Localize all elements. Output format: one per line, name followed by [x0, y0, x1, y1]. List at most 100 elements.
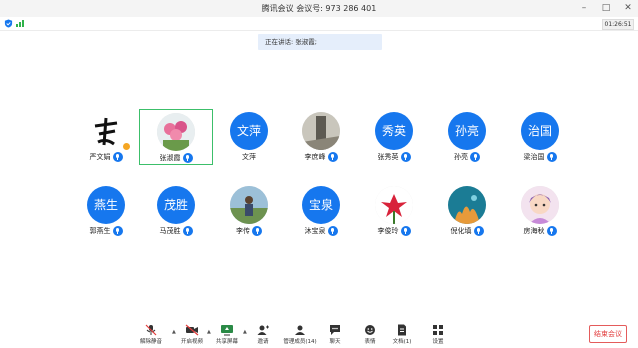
- info-bar: 01:26:51: [0, 17, 638, 31]
- shield-icon[interactable]: [4, 19, 13, 28]
- participant-tile[interactable]: 燕生 郭燕生: [69, 183, 143, 239]
- meeting-toolbar: 解除静音 ▲ 开启视频 ▲ 共享屏幕 ▲ 邀请 管理成员(14) 聊天 表情 文…: [0, 320, 638, 348]
- participant-tile[interactable]: 严文娟: [69, 109, 143, 165]
- participant-name-row: 郭燕生: [69, 226, 143, 236]
- participant-name: 郭燕生: [89, 227, 111, 235]
- meeting-timer: 01:26:51: [602, 19, 634, 30]
- emoji-button[interactable]: 表情: [353, 320, 387, 348]
- start-video-label: 开启视频: [180, 339, 203, 345]
- participant-name-row: 沐宝泉: [284, 226, 358, 236]
- participant-name-row: 李传: [212, 226, 286, 236]
- share-screen-button[interactable]: 共享屏幕: [210, 320, 244, 348]
- mic-icon: [473, 226, 484, 236]
- close-icon[interactable]: ✕: [622, 2, 634, 14]
- participant-name-row: 孙亮: [430, 152, 504, 162]
- participant-name: 李俊玲: [377, 227, 399, 235]
- maximize-icon[interactable]: □: [600, 2, 612, 14]
- manage-members-button[interactable]: 管理成员(14): [283, 320, 317, 348]
- participant-tile[interactable]: 张淑霞: [139, 109, 213, 165]
- settings-button[interactable]: 设置: [421, 320, 455, 348]
- chat-button[interactable]: 聊天: [318, 320, 352, 348]
- minimize-icon[interactable]: –: [578, 2, 590, 14]
- settings-label: 设置: [432, 339, 444, 345]
- mic-icon: [252, 226, 262, 236]
- mic-icon: [327, 152, 338, 162]
- participant-name-row: 房海秋: [503, 226, 577, 236]
- emoji-label: 表情: [364, 339, 376, 345]
- window-title: 腾讯会议 会议号: 973 286 401: [261, 4, 377, 13]
- share-screen-label: 共享屏幕: [215, 339, 238, 345]
- participant-tile[interactable]: 李庶峰: [284, 109, 358, 165]
- participant-tile[interactable]: 秀英 张秀英: [357, 109, 431, 165]
- avatar-image: [302, 112, 340, 150]
- unmute-button[interactable]: 解除静音: [134, 320, 168, 348]
- host-badge-icon: [122, 142, 131, 151]
- participant-tile[interactable]: 文萍 文萍: [212, 109, 286, 165]
- participant-name: 孙亮: [454, 153, 468, 161]
- participant-tile[interactable]: 李俊玲: [357, 183, 431, 239]
- participant-name-row: 严文娟: [69, 152, 143, 162]
- end-meeting-button[interactable]: 结束会议: [589, 325, 627, 343]
- mic-muted-icon: [145, 324, 157, 336]
- avatar: 治国: [521, 112, 559, 150]
- window-controls: – □ ✕: [578, 2, 634, 14]
- participant-name-row: 张秀英: [357, 152, 431, 162]
- mic-icon: [327, 226, 338, 236]
- document-icon: [398, 324, 406, 336]
- documents-label: 文档(1): [392, 339, 412, 345]
- invite-icon: [257, 325, 269, 335]
- chat-label: 聊天: [329, 339, 341, 345]
- participant-tile[interactable]: 李传: [212, 183, 286, 239]
- signal-icon[interactable]: [16, 20, 24, 27]
- avatar-image: [521, 186, 559, 224]
- mic-icon: [546, 152, 557, 162]
- participant-name: 文萍: [242, 153, 256, 161]
- mic-icon: [400, 226, 411, 236]
- participant-name-row: 张淑霞: [140, 153, 212, 163]
- participant-name: 张淑霞: [159, 154, 181, 162]
- participant-name: 倪化填: [450, 227, 472, 235]
- mic-icon: [470, 152, 480, 162]
- avatar: 燕生: [87, 186, 125, 224]
- participant-name: 李传: [236, 227, 250, 235]
- avatar: 茂胜: [157, 186, 195, 224]
- emoji-icon: [365, 325, 375, 335]
- participant-name: 李庶峰: [304, 153, 326, 161]
- members-icon: [295, 325, 305, 335]
- share-screen-icon: [221, 325, 233, 336]
- speaking-indicator: 正在讲话: 张淑霞;: [258, 34, 382, 50]
- participant-name-row: 李庶峰: [284, 152, 358, 162]
- participant-name: 严文娟: [89, 153, 111, 161]
- avatar-image: [87, 112, 125, 150]
- participant-tile[interactable]: 房海秋: [503, 183, 577, 239]
- invite-label: 邀请: [257, 339, 269, 345]
- documents-button[interactable]: 文档(1): [385, 320, 419, 348]
- avatar-image: [230, 186, 268, 224]
- participant-tile[interactable]: 孙亮 孙亮: [430, 109, 504, 165]
- participant-name-row: 马茂胜: [139, 226, 213, 236]
- mic-icon: [400, 152, 411, 162]
- avatar-image: [375, 186, 413, 224]
- participant-tile[interactable]: 治国 梁治国: [503, 109, 577, 165]
- settings-icon: [433, 325, 443, 335]
- invite-button[interactable]: 邀请: [246, 320, 280, 348]
- participant-name-row: 文萍: [212, 152, 286, 162]
- participant-name: 沐宝泉: [304, 227, 326, 235]
- participant-name: 房海秋: [523, 227, 545, 235]
- mic-icon: [112, 152, 123, 162]
- participant-tile[interactable]: 茂胜 马茂胜: [139, 183, 213, 239]
- chat-icon: [330, 325, 340, 335]
- avatar-image: [448, 186, 486, 224]
- video-off-icon: [185, 324, 199, 336]
- participant-name: 张秀英: [377, 153, 399, 161]
- avatar: 宝泉: [302, 186, 340, 224]
- participant-name-row: 李俊玲: [357, 226, 431, 236]
- participant-tile[interactable]: 宝泉 沐宝泉: [284, 183, 358, 239]
- participant-name-row: 倪化填: [430, 226, 504, 236]
- mic-icon: [182, 226, 193, 236]
- manage-members-label: 管理成员(14): [283, 339, 317, 345]
- mic-icon: [546, 226, 557, 236]
- participant-tile[interactable]: 倪化填: [430, 183, 504, 239]
- start-video-button[interactable]: 开启视频: [175, 320, 209, 348]
- title-bar: 腾讯会议 会议号: 973 286 401 – □ ✕: [0, 0, 638, 18]
